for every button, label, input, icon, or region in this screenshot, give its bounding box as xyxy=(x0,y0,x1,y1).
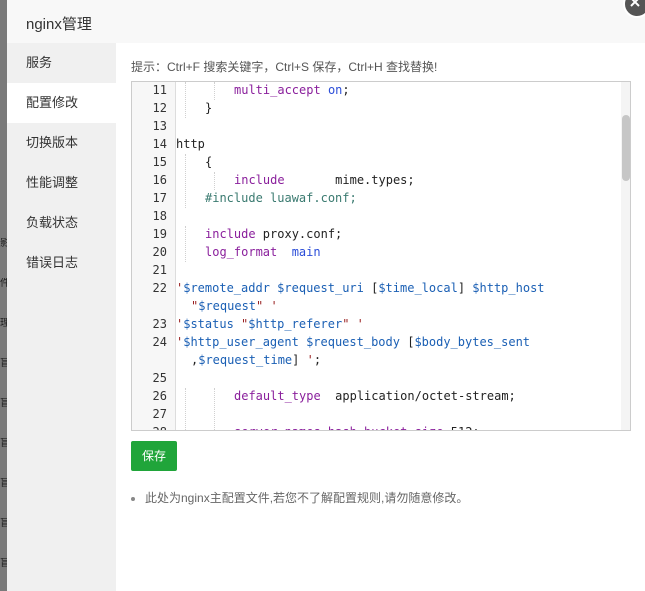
code-area[interactable]: multi_accept on; } http { include mime.t… xyxy=(176,82,621,430)
line-number: 17 xyxy=(152,191,167,205)
indent-guide xyxy=(185,154,186,208)
code-line: } xyxy=(205,101,213,115)
line-number-gutter: 11 12 13 14 15 16 17 18 19 20 21 22 23 2… xyxy=(132,82,176,430)
indent-guide xyxy=(214,388,215,430)
code-line-wrap: ,$request_time] '; xyxy=(191,353,322,367)
line-number: 15 xyxy=(152,155,167,169)
sidebar-item-load-status[interactable]: 负载状态 xyxy=(7,203,116,243)
dialog-title: nginx管理 xyxy=(26,16,92,33)
line-number: 24 xyxy=(152,335,167,349)
code-line: multi_accept on; xyxy=(234,83,350,97)
background-text: 件 xyxy=(0,278,7,289)
line-number: 27 xyxy=(152,407,167,421)
line-number: 28 xyxy=(132,425,167,430)
sidebar-item-switch-version[interactable]: 切换版本 xyxy=(7,123,116,163)
nginx-dialog: nginx管理 服务 配置修改 切换版本 性能调整 负载状态 错误日志 提示：C… xyxy=(7,0,645,591)
background-text: 盲 xyxy=(0,358,7,369)
code-editor[interactable]: 11 12 13 14 15 16 17 18 19 20 21 22 23 2… xyxy=(131,81,631,431)
scrollbar-thumb[interactable] xyxy=(622,115,630,181)
line-number: 23 xyxy=(152,317,167,331)
background-text: 盲 xyxy=(0,478,7,489)
line-number: 12 xyxy=(152,101,167,115)
line-number: 20 xyxy=(152,245,167,259)
bullet-icon xyxy=(131,496,135,501)
line-number: 26 xyxy=(152,389,167,403)
background-page-strip: 影 件 理 盲 盲 盲 盲 盲 盲 xyxy=(0,0,7,591)
indent-guide xyxy=(214,172,215,190)
code-line: http xyxy=(176,137,205,151)
code-line: '$status "$http_referer" ' xyxy=(176,317,364,331)
indent-guide xyxy=(185,388,186,430)
editor-scrollbar[interactable] xyxy=(621,82,630,430)
indent-guide xyxy=(214,82,215,100)
shortcut-hint: 提示：Ctrl+F 搜索关键字，Ctrl+S 保存，Ctrl+H 查找替换! xyxy=(131,60,438,74)
config-warning: 此处为nginx主配置文件,若您不了解配置规则,请勿随意修改。 xyxy=(131,489,468,506)
sidebar: 服务 配置修改 切换版本 性能调整 负载状态 错误日志 xyxy=(7,43,116,591)
line-number: 11 xyxy=(152,83,167,97)
line-number: 22 xyxy=(152,281,167,295)
background-text: 盲 xyxy=(0,518,7,529)
code-line: log_format main xyxy=(205,245,321,259)
indent-guide xyxy=(185,226,186,262)
background-text: 盲 xyxy=(0,398,7,409)
sidebar-item-config-edit[interactable]: 配置修改 xyxy=(7,83,116,123)
code-line: '$http_user_agent $request_body [$body_b… xyxy=(176,335,531,349)
background-text: 盲 xyxy=(0,438,7,449)
line-number: 14 xyxy=(152,137,167,151)
background-text: 理 xyxy=(0,318,7,329)
code-line: include proxy.conf; xyxy=(205,227,343,241)
line-number: 21 xyxy=(152,263,167,277)
code-line: default_type application/octet-stream; xyxy=(234,389,516,403)
config-warning-text: 此处为nginx主配置文件,若您不了解配置规则,请勿随意修改。 xyxy=(145,491,469,505)
sidebar-item-performance[interactable]: 性能调整 xyxy=(7,163,116,203)
save-button[interactable]: 保存 xyxy=(131,441,177,471)
sidebar-item-error-log[interactable]: 错误日志 xyxy=(7,243,116,283)
sidebar-item-service[interactable]: 服务 xyxy=(7,43,116,83)
line-number: 19 xyxy=(152,227,167,241)
line-number: 18 xyxy=(152,209,167,223)
dialog-titlebar: nginx管理 xyxy=(7,0,645,44)
code-line: server_names_hash_bucket_size 512; xyxy=(234,425,480,430)
indent-guide xyxy=(185,82,186,118)
line-number: 13 xyxy=(152,119,167,133)
background-text: 盲 xyxy=(0,558,7,569)
line-number: 16 xyxy=(152,173,167,187)
code-line: #include luawaf.conf; xyxy=(205,191,357,205)
main-content: 提示：Ctrl+F 搜索关键字，Ctrl+S 保存，Ctrl+H 查找替换! 1… xyxy=(116,43,645,591)
code-line-wrap: "$request" ' xyxy=(191,299,278,313)
code-line: '$remote_addr $request_uri [$time_local]… xyxy=(176,281,545,295)
background-text: 影 xyxy=(0,238,7,249)
line-number: 25 xyxy=(152,371,167,385)
code-line: { xyxy=(205,155,213,169)
close-icon xyxy=(630,0,640,7)
code-line: include mime.types; xyxy=(234,173,415,187)
